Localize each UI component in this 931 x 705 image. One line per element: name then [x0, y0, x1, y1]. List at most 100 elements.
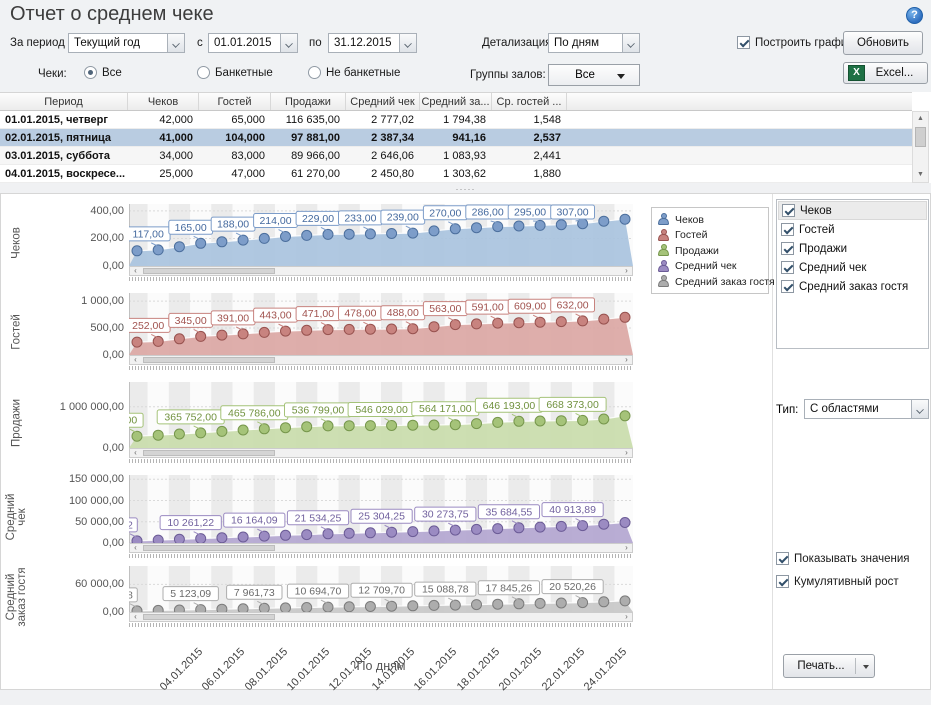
scroll-left-icon[interactable]: ‹ — [130, 613, 141, 621]
scrollbar-thumb[interactable] — [915, 127, 926, 147]
excel-button[interactable]: X Excel... — [843, 62, 928, 84]
table-cell: 2,441 — [492, 147, 567, 164]
chart-horizontal-scrollbar[interactable]: ‹› — [129, 266, 633, 276]
table-cell: 104,000 — [199, 129, 271, 146]
table-vertical-scrollbar[interactable]: ▲ ▼ — [912, 111, 929, 183]
chevron-down-icon[interactable] — [622, 34, 639, 52]
svg-text:295,00: 295,00 — [514, 207, 546, 219]
checkbox-icon[interactable] — [776, 575, 789, 588]
checkbox-icon[interactable] — [781, 223, 794, 236]
scroll-right-icon[interactable]: › — [621, 449, 632, 457]
series-checkbox-item[interactable]: Гостей — [778, 220, 927, 239]
table-row[interactable]: 04.01.2015, воскресе...25,00047,00061 27… — [0, 165, 912, 183]
series-checkbox-item[interactable]: Чеков — [778, 201, 927, 220]
splitter-handle[interactable]: ····· — [0, 183, 931, 193]
svg-text:270,00: 270,00 — [429, 207, 461, 219]
checkbox-icon[interactable] — [781, 280, 794, 293]
build-chart-checkbox[interactable]: Построить график — [737, 36, 852, 49]
chart-type-select[interactable]: С областями — [804, 399, 929, 419]
scroll-right-icon[interactable]: › — [621, 613, 632, 621]
svg-text:668 373,00: 668 373,00 — [546, 399, 599, 411]
column-header[interactable]: Гостей — [199, 93, 271, 110]
series-checkbox-item[interactable]: Средний заказ гостя — [778, 277, 927, 296]
svg-text:391,00: 391,00 — [217, 312, 249, 324]
series-checkbox-item[interactable]: Средний чек — [778, 258, 927, 277]
scroll-right-icon[interactable]: › — [621, 544, 632, 552]
chevron-down-icon[interactable] — [399, 34, 416, 52]
radio-banquet-checks[interactable]: Банкетные — [197, 66, 273, 79]
svg-text:488,00: 488,00 — [387, 307, 419, 319]
column-header[interactable]: Средний за... — [420, 93, 492, 110]
scroll-left-icon[interactable]: ‹ — [130, 267, 141, 275]
show-values-checkbox[interactable]: Показывать значения — [776, 552, 909, 565]
detail-select[interactable]: По дням — [548, 33, 640, 53]
svg-text:5,00: 5,00 — [129, 415, 137, 427]
chevron-down-icon[interactable] — [167, 34, 184, 52]
series-person-icon — [657, 275, 670, 288]
column-header[interactable]: Ср. гостей ... — [492, 93, 567, 110]
chevron-down-icon[interactable] — [911, 400, 928, 418]
scroll-up-icon[interactable]: ▲ — [913, 112, 928, 126]
help-icon[interactable]: ? — [906, 7, 923, 24]
y-tick-label: 0,00 — [103, 537, 124, 549]
y-tick-label: 100 000,00 — [69, 495, 124, 507]
scroll-left-icon[interactable]: ‹ — [130, 449, 141, 457]
radio-icon[interactable] — [197, 66, 210, 79]
svg-text:365 752,00: 365 752,00 — [164, 411, 217, 423]
scrollbar-thumb[interactable] — [143, 614, 275, 620]
scrollbar-thumb[interactable] — [143, 357, 275, 363]
scrollbar-thumb[interactable] — [143, 545, 275, 551]
radio-non-banquet-checks[interactable]: Не банкетные — [308, 66, 400, 79]
checkbox-icon[interactable] — [776, 552, 789, 565]
date-from-field[interactable]: 01.01.2015 — [208, 33, 298, 53]
column-header[interactable]: Продажи — [271, 93, 346, 110]
radio-all-checks[interactable]: Все — [84, 66, 122, 79]
chart-type-row: Тип: — [776, 400, 798, 420]
refresh-button[interactable]: Обновить — [843, 31, 923, 55]
checkbox-icon[interactable] — [782, 204, 795, 217]
svg-text:117,00: 117,00 — [133, 228, 164, 240]
cumulative-growth-checkbox[interactable]: Кумулятивный рост — [776, 575, 899, 588]
svg-text:591,00: 591,00 — [472, 302, 504, 314]
scroll-right-icon[interactable]: › — [621, 267, 632, 275]
scroll-down-icon[interactable]: ▼ — [913, 168, 928, 182]
period-select[interactable]: Текущий год — [68, 33, 185, 53]
scrollbar-thumb[interactable] — [143, 450, 275, 456]
radio-icon[interactable] — [84, 66, 97, 79]
chevron-down-icon[interactable] — [280, 34, 297, 52]
date-to-field[interactable]: 31.12.2015 — [328, 33, 417, 53]
chart-horizontal-scrollbar[interactable]: ‹› — [129, 355, 633, 365]
chart-horizontal-scrollbar[interactable]: ‹› — [129, 612, 633, 622]
table-cell: 04.01.2015, воскресе... — [0, 165, 128, 182]
scroll-left-icon[interactable]: ‹ — [130, 544, 141, 552]
x-axis-minor-ticks — [129, 554, 633, 558]
svg-text:30 273,75: 30 273,75 — [422, 509, 469, 521]
checkbox-icon[interactable] — [781, 242, 794, 255]
svg-text:286,00: 286,00 — [472, 207, 504, 219]
checkbox-icon[interactable] — [781, 261, 794, 274]
table-row[interactable]: 03.01.2015, суббота34,00083,00089 966,00… — [0, 147, 912, 165]
table-row[interactable]: 01.01.2015, четверг42,00065,000116 635,0… — [0, 111, 912, 129]
column-header[interactable]: Средний чек — [346, 93, 420, 110]
column-header[interactable]: Чеков — [128, 93, 199, 110]
table-cell: 03.01.2015, суббота — [0, 147, 128, 164]
chart-horizontal-scrollbar[interactable]: ‹› — [129, 448, 633, 458]
series-checkbox-item[interactable]: Продажи — [778, 239, 927, 258]
svg-text:17 845,26: 17 845,26 — [486, 582, 533, 594]
scroll-right-icon[interactable]: › — [621, 356, 632, 364]
table-cell: 2,537 — [492, 129, 567, 146]
dropdown-arrow-icon[interactable] — [863, 665, 869, 669]
y-tick-label: 1 000,00 — [81, 295, 124, 307]
radio-icon[interactable] — [308, 66, 321, 79]
print-button[interactable]: Печать... — [783, 654, 875, 678]
column-header[interactable]: Период — [0, 93, 128, 110]
svg-text:239,00: 239,00 — [387, 212, 419, 224]
hall-groups-dropdown[interactable]: Все — [548, 64, 640, 86]
table-row[interactable]: 02.01.2015, пятница41,000104,00097 881,0… — [0, 129, 912, 147]
scroll-left-icon[interactable]: ‹ — [130, 356, 141, 364]
chart-row-2: Гостей1 000,00500,000,00252,00345,00391,… — [1, 293, 646, 370]
detail-label: Детализация: — [482, 33, 555, 53]
checkbox-icon[interactable] — [737, 36, 750, 49]
scrollbar-thumb[interactable] — [143, 268, 275, 274]
chart-horizontal-scrollbar[interactable]: ‹› — [129, 543, 633, 553]
